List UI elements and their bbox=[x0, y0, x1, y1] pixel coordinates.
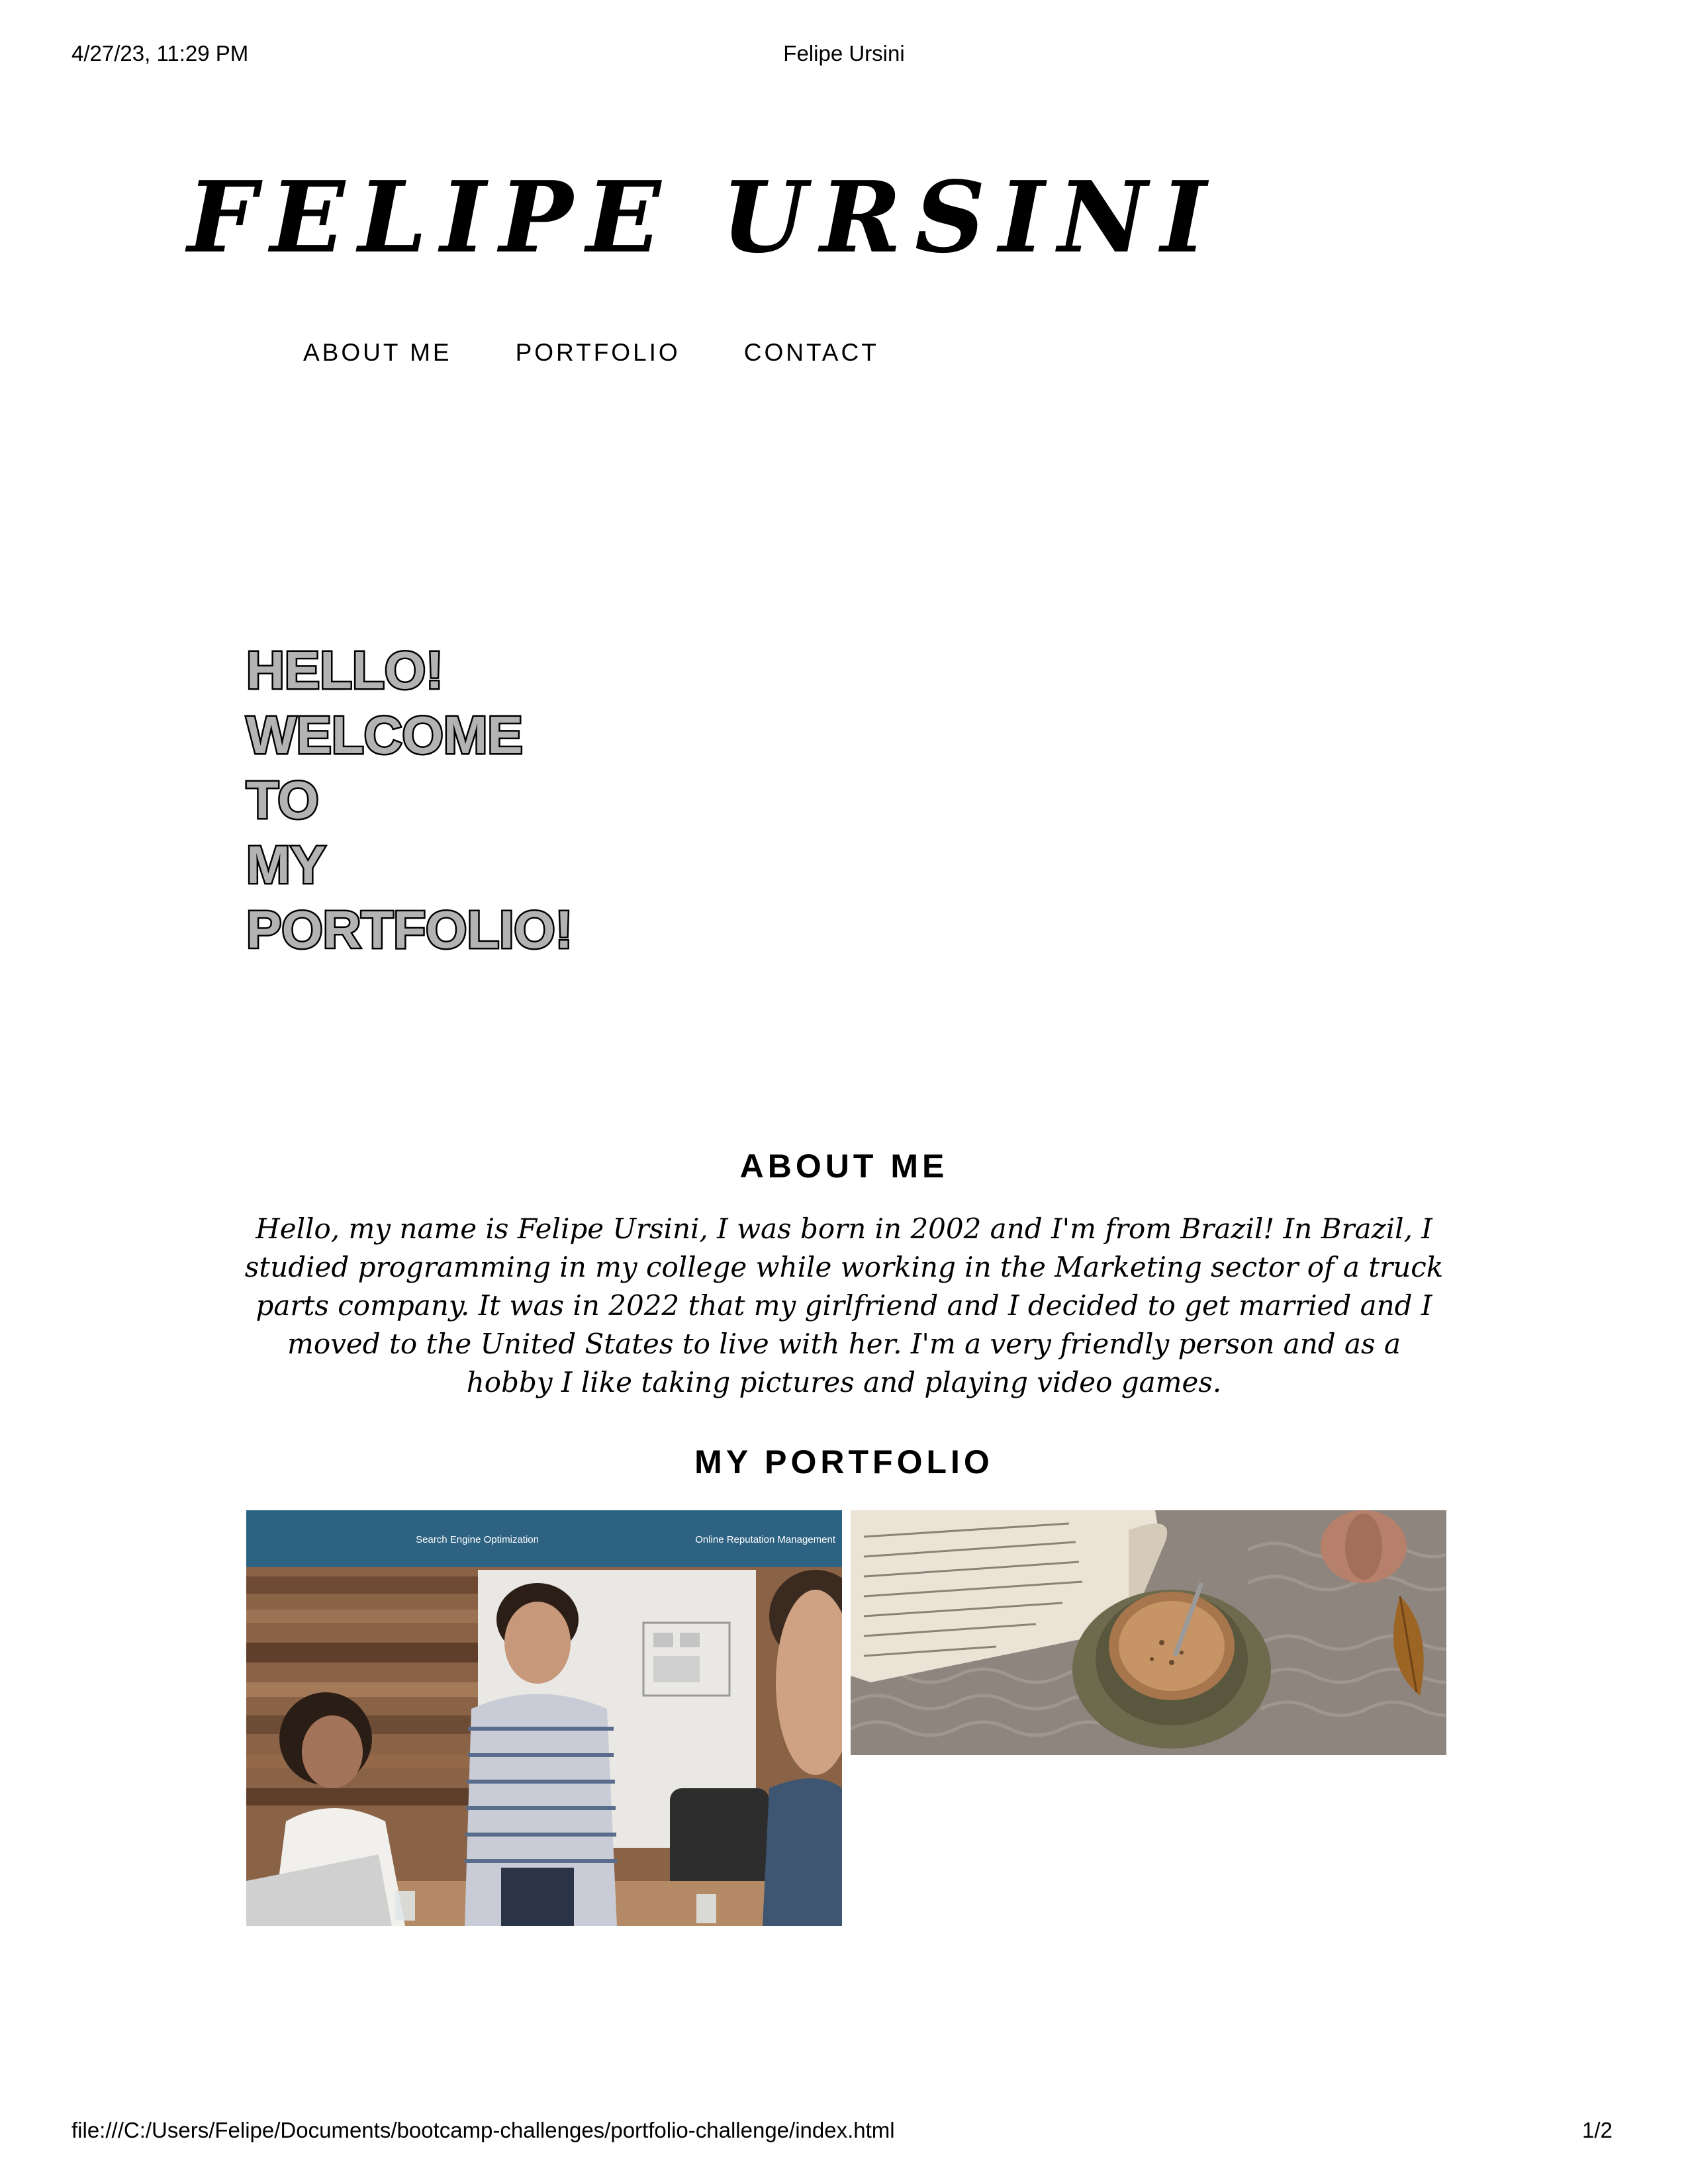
hero-line-welcome: WELCOME bbox=[244, 704, 524, 766]
nav-link-contact[interactable]: CONTACT bbox=[744, 339, 879, 367]
project-thumbnail-coffee-book bbox=[851, 1510, 1446, 1755]
nav-link-about-me[interactable]: ABOUT ME bbox=[303, 339, 452, 367]
portfolio-project-seo-site[interactable]: Search Engine Optimization Online Reputa… bbox=[246, 1510, 842, 1926]
about-text: Hello, my name is Felipe Ursini, I was b… bbox=[244, 1212, 1444, 1398]
print-page-number: 1/2 bbox=[1582, 2118, 1613, 2142]
hero-heading: HELLO! WELCOME TO MY PORTFOLIO! bbox=[244, 638, 574, 962]
hero-line-hello: HELLO! bbox=[244, 639, 445, 702]
project-thumbnail-team-meeting: Search Engine Optimization Online Reputa… bbox=[246, 1510, 842, 1926]
site-title: FELIPE URSINI bbox=[187, 159, 1220, 275]
hero-line-to: TO bbox=[244, 769, 320, 831]
print-header: 4/27/23, 11:29 PM Felipe Ursini bbox=[0, 41, 1688, 68]
nav-link-portfolio[interactable]: PORTFOLIO bbox=[516, 339, 680, 367]
about-heading: ABOUT ME bbox=[739, 1148, 949, 1185]
hero-line-portfolio: PORTFOLIO! bbox=[244, 899, 574, 961]
hero-line-my: MY bbox=[244, 834, 327, 896]
portfolio-heading: MY PORTFOLIO bbox=[694, 1443, 994, 1480]
print-page-title: Felipe Ursini bbox=[783, 41, 905, 66]
project-site-nav-seo: Search Engine Optimization bbox=[416, 1534, 539, 1545]
project-site-nav-reputation: Online Reputation Management bbox=[695, 1534, 836, 1545]
main-nav: ABOUT ME PORTFOLIO CONTACT bbox=[303, 339, 879, 367]
portfolio-project-coffee-photo[interactable] bbox=[851, 1510, 1446, 1755]
print-file-url: file:///C:/Users/Felipe/Documents/bootca… bbox=[71, 2118, 895, 2142]
